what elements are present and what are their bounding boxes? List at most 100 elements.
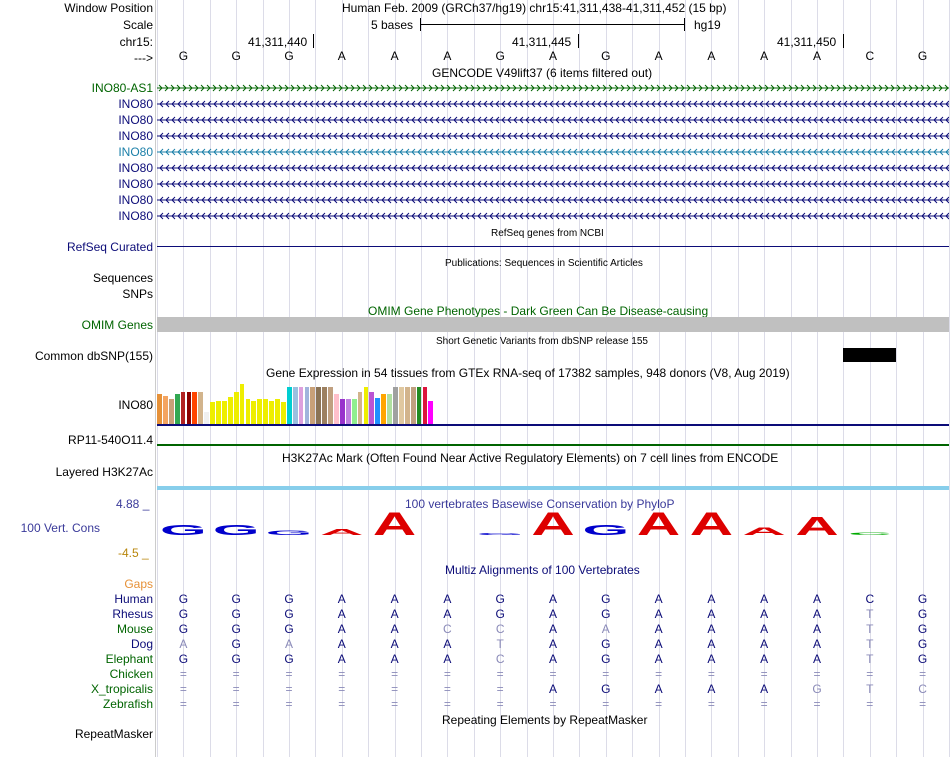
gtex-bar[interactable] bbox=[186, 392, 192, 424]
multiz-species-label[interactable]: Human bbox=[114, 592, 153, 606]
refseq-title[interactable]: RefSeq genes from NCBI bbox=[491, 227, 604, 241]
omim-label[interactable]: OMIM Genes bbox=[82, 318, 153, 332]
gencode-transcript[interactable] bbox=[157, 146, 949, 158]
repeatmasker-title[interactable]: Repeating Elements by RepeatMasker bbox=[442, 713, 647, 727]
gtex-bar[interactable] bbox=[381, 393, 387, 424]
gtex-title[interactable]: Gene Expression in 54 tissues from GTEx … bbox=[266, 366, 790, 380]
gtex-bar[interactable] bbox=[233, 392, 239, 424]
gencode-item-label[interactable]: INO80 bbox=[118, 113, 153, 127]
gencode-title[interactable]: GENCODE V49lift37 (6 items filtered out) bbox=[432, 66, 652, 80]
gtex-bar[interactable] bbox=[398, 387, 404, 424]
gtex-bar[interactable] bbox=[422, 387, 428, 424]
gtex-bar[interactable] bbox=[210, 402, 215, 424]
refseq-label[interactable]: RefSeq Curated bbox=[67, 240, 153, 254]
gtex-bar[interactable] bbox=[157, 393, 162, 424]
multiz-title[interactable]: Multiz Alignments of 100 Vertebrates bbox=[445, 563, 640, 577]
refseq-gene-line[interactable] bbox=[157, 246, 949, 247]
multiz-species-label[interactable]: Rhesus bbox=[112, 607, 153, 621]
gencode-transcript[interactable] bbox=[157, 210, 949, 222]
h3k27ac-label[interactable]: Layered H3K27Ac bbox=[56, 465, 153, 479]
dbsnp-title[interactable]: Short Genetic Variants from dbSNP releas… bbox=[436, 335, 648, 349]
dbsnp-variant-block[interactable] bbox=[843, 348, 896, 362]
gtex-bar[interactable] bbox=[180, 392, 186, 424]
gtex-bar[interactable] bbox=[428, 400, 434, 424]
gtex-bar[interactable] bbox=[221, 400, 227, 424]
gencode-item-label[interactable]: INO80 bbox=[118, 145, 153, 159]
gtex-bar[interactable] bbox=[192, 392, 198, 424]
gtex-bar[interactable] bbox=[316, 387, 322, 424]
omim-gene-bar[interactable] bbox=[157, 317, 949, 332]
gencode-transcript[interactable] bbox=[157, 178, 949, 190]
publications-sequences-label[interactable]: Sequences bbox=[93, 271, 153, 285]
gtex-bar[interactable] bbox=[387, 393, 392, 424]
omim-title[interactable]: OMIM Gene Phenotypes - Dark Green Can Be… bbox=[368, 304, 708, 318]
gtex-bar[interactable] bbox=[363, 387, 369, 424]
gtex-gene-line[interactable] bbox=[157, 424, 949, 426]
gtex-bar[interactable] bbox=[257, 399, 263, 424]
gtex-bar[interactable] bbox=[351, 399, 357, 424]
multiz-species-label[interactable]: Zebrafish bbox=[103, 697, 153, 711]
gtex-bar[interactable] bbox=[375, 398, 381, 424]
multiz-species-label[interactable]: X_tropicalis bbox=[91, 682, 153, 696]
h3k27ac-signal[interactable] bbox=[157, 486, 949, 490]
gencode-transcript[interactable] bbox=[157, 130, 949, 142]
gtex-bar[interactable] bbox=[251, 400, 257, 424]
publications-title[interactable]: Publications: Sequences in Scientific Ar… bbox=[445, 257, 643, 271]
repeatmasker-label[interactable]: RepeatMasker bbox=[75, 727, 153, 741]
gtex-bar[interactable] bbox=[275, 399, 280, 424]
gencode-transcript[interactable] bbox=[157, 82, 949, 94]
gtex-bar[interactable] bbox=[416, 387, 422, 424]
gtex-bar[interactable] bbox=[310, 387, 316, 424]
gencode-item-label[interactable]: INO80 bbox=[118, 129, 153, 143]
gencode-transcript[interactable] bbox=[157, 194, 949, 206]
gtex-bar[interactable] bbox=[322, 387, 328, 424]
gtex-bar[interactable] bbox=[292, 387, 298, 424]
gtex-bar[interactable] bbox=[204, 411, 210, 424]
gtex-bar[interactable] bbox=[286, 387, 292, 424]
gtex-bars[interactable] bbox=[157, 380, 557, 424]
gtex-bar[interactable] bbox=[357, 392, 363, 424]
gtex-bar[interactable] bbox=[339, 399, 345, 424]
gencode-item-label[interactable]: INO80 bbox=[118, 97, 153, 111]
gencode-item-label[interactable]: INO80 bbox=[118, 193, 153, 207]
gtex-label[interactable]: INO80 bbox=[118, 398, 153, 412]
gtex-bar[interactable] bbox=[245, 399, 251, 424]
multiz-species-label[interactable]: Mouse bbox=[117, 622, 153, 636]
gtex-bar[interactable] bbox=[334, 393, 339, 424]
gencode-item-label[interactable]: INO80 bbox=[118, 161, 153, 175]
gtex-bar[interactable] bbox=[162, 395, 168, 424]
gencode-item-label[interactable]: INO80 bbox=[118, 209, 153, 223]
gtex-bar[interactable] bbox=[168, 399, 174, 424]
gtex-bar[interactable] bbox=[216, 400, 221, 424]
publications-snps-label[interactable]: SNPs bbox=[122, 287, 153, 301]
multiz-species-label[interactable]: Dog bbox=[131, 637, 153, 651]
dbsnp-label[interactable]: Common dbSNP(155) bbox=[35, 349, 153, 363]
gencode-transcript[interactable] bbox=[157, 162, 949, 174]
rp11-label[interactable]: RP11-540O11.4 bbox=[68, 433, 153, 447]
gtex-bar[interactable] bbox=[239, 383, 245, 424]
gtex-bar[interactable] bbox=[304, 387, 310, 424]
gtex-bar[interactable] bbox=[280, 402, 286, 424]
gencode-item-label[interactable]: INO80 bbox=[118, 177, 153, 191]
gencode-item-label[interactable]: INO80-AS1 bbox=[92, 81, 153, 95]
gtex-bar[interactable] bbox=[174, 393, 180, 424]
rp11-gene-line[interactable] bbox=[157, 444, 949, 446]
gtex-bar[interactable] bbox=[227, 397, 233, 424]
phylop-label[interactable]: 100 Vert. Cons bbox=[21, 521, 100, 535]
gtex-bar[interactable] bbox=[328, 387, 333, 424]
gtex-bar[interactable] bbox=[410, 387, 416, 424]
multiz-species-label[interactable]: Elephant bbox=[106, 652, 153, 666]
gencode-transcript[interactable] bbox=[157, 114, 949, 126]
phylop-logo[interactable]: GGGAAGAGAAAAC bbox=[157, 508, 949, 538]
gtex-bar[interactable] bbox=[404, 387, 410, 424]
gtex-bar[interactable] bbox=[298, 387, 304, 424]
h3k27ac-title[interactable]: H3K27Ac Mark (Often Found Near Active Re… bbox=[282, 451, 778, 465]
gtex-bar[interactable] bbox=[263, 399, 269, 424]
gtex-bar[interactable] bbox=[198, 392, 204, 424]
gtex-bar[interactable] bbox=[393, 387, 398, 424]
gtex-bar[interactable] bbox=[369, 392, 375, 424]
multiz-species-label[interactable]: Chicken bbox=[110, 667, 153, 681]
gtex-bar[interactable] bbox=[345, 399, 351, 424]
gencode-transcript[interactable] bbox=[157, 98, 949, 110]
gtex-bar[interactable] bbox=[269, 400, 274, 424]
